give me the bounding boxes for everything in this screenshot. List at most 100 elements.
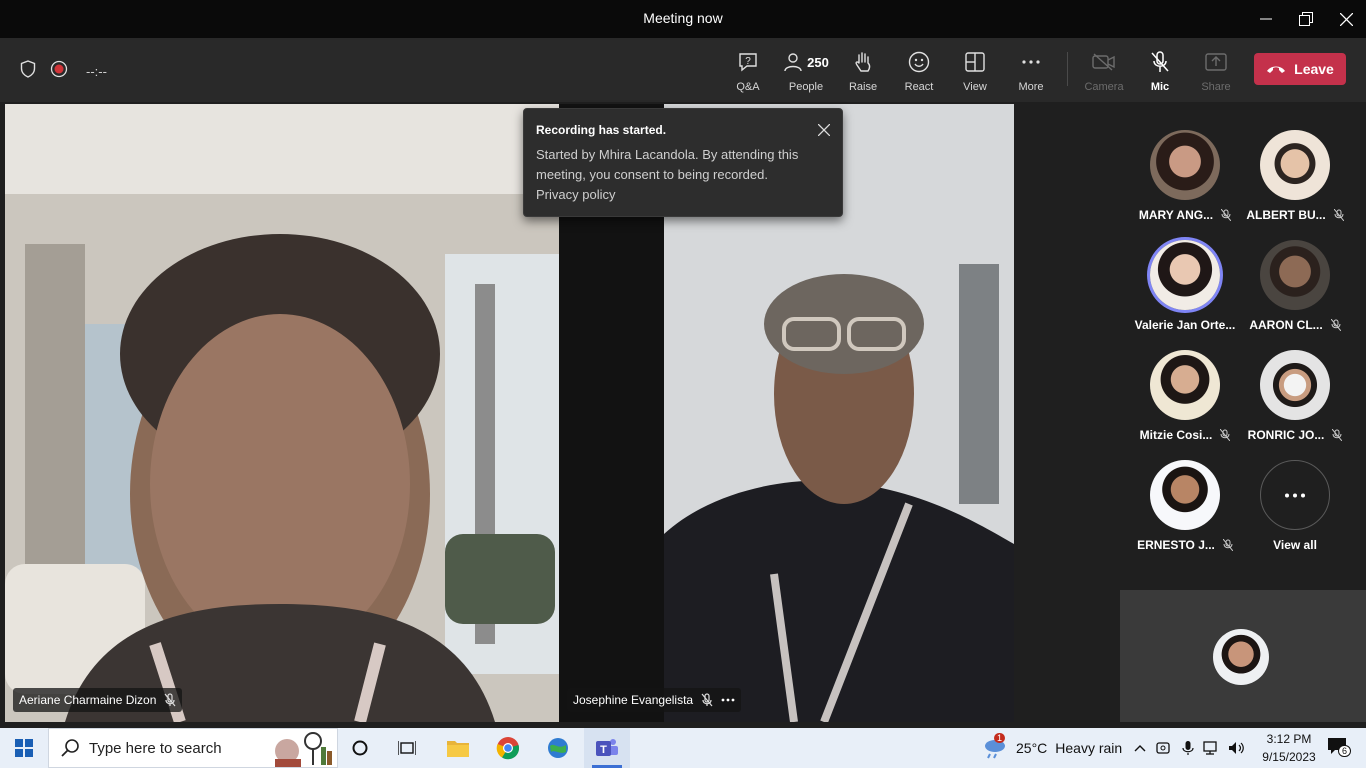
weather-widget[interactable]: 1 25°C Heavy rain (982, 728, 1122, 768)
volume-icon (1229, 742, 1244, 754)
more-button[interactable]: More (1003, 50, 1059, 96)
people-label: People (788, 81, 824, 93)
window-title: Meeting now (643, 10, 723, 26)
smiley-icon (908, 51, 930, 73)
start-button[interactable] (0, 728, 48, 768)
qa-icon: ? (739, 53, 757, 72)
video-tile[interactable]: Aeriane Charmaine Dizon (5, 104, 559, 722)
recording-notification: Recording has started. Started by Mhira … (523, 108, 843, 217)
more-options-icon[interactable] (721, 698, 735, 702)
mic-off-icon (1222, 539, 1233, 551)
task-view-button[interactable] (387, 728, 427, 768)
people-count: 250 (807, 54, 829, 70)
camera-button[interactable]: Camera (1076, 50, 1132, 96)
search-icon (61, 739, 79, 757)
svg-text:?: ? (745, 56, 751, 67)
task-view-icon (398, 741, 416, 755)
raise-hand-button[interactable]: Raise (835, 50, 891, 96)
close-icon (817, 123, 831, 137)
view-all-label: View all (1273, 538, 1317, 552)
people-button[interactable]: 250 People (778, 50, 834, 96)
avatar (1150, 460, 1220, 530)
avatar (1150, 130, 1220, 200)
participant-tile[interactable]: MARY ANG... (1130, 130, 1240, 230)
avatar (1260, 130, 1330, 200)
avatar (1150, 240, 1220, 310)
camera-off-icon (1092, 53, 1115, 71)
more-icon (1022, 60, 1040, 64)
teams-button[interactable]: T (584, 728, 630, 768)
view-button[interactable]: View (947, 50, 1003, 96)
react-button[interactable]: React (891, 50, 947, 96)
taskbar-search[interactable]: Type here to search (48, 728, 338, 768)
teams-meeting-window: Meeting now --:-- ? Q&A 250 People Raise… (0, 0, 1366, 768)
close-window-button[interactable] (1323, 0, 1366, 38)
earth-app-button[interactable] (536, 728, 580, 768)
mic-off-icon (1332, 429, 1343, 441)
self-view[interactable] (1120, 590, 1366, 722)
windows-logo-icon (15, 739, 33, 757)
microphone-tray-icon[interactable] (1178, 728, 1198, 768)
network-icon (1203, 741, 1217, 755)
notification-count: 6 (1338, 744, 1352, 757)
participant-tile[interactable]: Mitzie Cosi... (1130, 350, 1240, 450)
meeting-status: --:-- (20, 60, 107, 83)
weather-alert-badge: 1 (994, 732, 1006, 743)
mic-button[interactable]: Mic (1132, 50, 1188, 96)
participant-tile[interactable]: Valerie Jan Orte... (1130, 240, 1240, 340)
shield-icon[interactable] (20, 60, 36, 83)
volume-tray-icon[interactable] (1226, 728, 1248, 768)
microphone-icon (1182, 741, 1194, 755)
people-icon (784, 53, 802, 72)
avatar (1260, 240, 1330, 310)
search-placeholder: Type here to search (89, 739, 222, 757)
recording-icon (50, 60, 68, 83)
show-hidden-icons-button[interactable] (1130, 728, 1150, 768)
mic-off-icon (1220, 429, 1231, 441)
participant-name: MARY ANG... (1138, 208, 1214, 222)
participant-tile[interactable]: RONRIC JO... (1240, 350, 1350, 450)
notification-center-icon: 6 (1327, 737, 1352, 760)
hang-up-icon (1267, 66, 1286, 73)
participant-name-tag: Aeriane Charmaine Dizon (13, 688, 183, 712)
leave-label: Leave (1294, 61, 1334, 77)
participant-name-tag: Josephine Evangelista (567, 688, 742, 712)
meeting-tray-icon[interactable] (1154, 728, 1174, 768)
participant-tile[interactable]: ERNESTO J... (1130, 460, 1240, 560)
restore-icon (1299, 12, 1313, 26)
dismiss-notification-button[interactable] (817, 123, 831, 141)
avatar (1260, 350, 1330, 420)
avatar (1150, 350, 1220, 420)
cortana-button[interactable] (340, 728, 380, 768)
react-label: React (904, 81, 934, 93)
weather-temperature: 25°C (1016, 740, 1048, 756)
system-clock[interactable]: 3:12 PM 9/15/2023 (1258, 730, 1320, 766)
network-tray-icon[interactable] (1202, 728, 1222, 768)
privacy-policy-link[interactable]: Privacy policy (536, 185, 830, 205)
rain-cloud-icon: 1 (982, 732, 1008, 762)
file-explorer-button[interactable] (436, 728, 480, 768)
notifications-button[interactable]: 6 (1320, 728, 1354, 768)
mic-off-icon (164, 693, 176, 707)
leave-button[interactable]: Leave (1254, 53, 1346, 85)
title-bar: Meeting now (0, 0, 1366, 38)
windows-taskbar: Type here to search T 1 25°C Heavy rain … (0, 728, 1366, 768)
view-label: View (963, 81, 987, 93)
share-button[interactable]: Share (1188, 50, 1244, 96)
participant-tile[interactable]: AARON CL... (1240, 240, 1350, 340)
mic-off-icon (1333, 209, 1344, 221)
view-all-button[interactable]: View all (1240, 460, 1350, 560)
participant-name: Mitzie Cosi... (1139, 428, 1213, 442)
participant-name: Valerie Jan Orte... (1134, 318, 1236, 332)
notification-body: Started by Mhira Lacandola. By attending… (536, 145, 830, 205)
chrome-button[interactable] (486, 728, 530, 768)
participant-name: ERNESTO J... (1137, 538, 1215, 552)
qa-button[interactable]: ? Q&A (720, 50, 776, 96)
video-feed (5, 104, 559, 722)
participant-name: ALBERT BU... (1246, 208, 1326, 222)
svg-text:T: T (600, 744, 607, 756)
participant-tile[interactable]: ALBERT BU... (1240, 130, 1350, 230)
mic-off-icon (1151, 51, 1169, 72)
share-icon (1205, 53, 1227, 71)
clock-time: 3:12 PM (1266, 732, 1312, 746)
